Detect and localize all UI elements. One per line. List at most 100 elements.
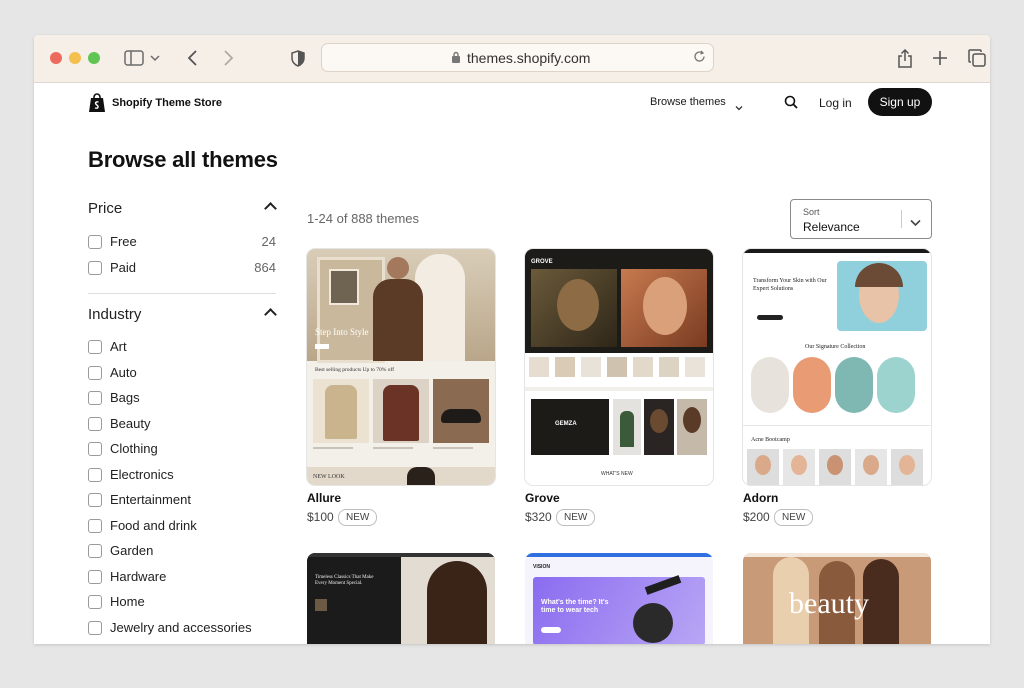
browser-toolbar: themes.shopify.com xyxy=(34,35,990,83)
tab-overview-icon[interactable] xyxy=(965,47,989,69)
hero-heading: Transform Your Skin with Our Expert Solu… xyxy=(753,278,827,292)
product-shirt xyxy=(313,379,369,443)
section-heading: Acne Bootcamp xyxy=(751,437,790,443)
filter-option-beauty[interactable]: Beauty xyxy=(88,416,274,434)
hero-heading: Step Into Style xyxy=(315,327,369,337)
theme-preview-4[interactable]: Timeless Classics That Make Every Moment… xyxy=(307,553,495,644)
minimize-window-button[interactable] xyxy=(69,52,81,64)
new-look-banner: NEW LOOK xyxy=(307,467,495,485)
browse-themes-menu[interactable]: Browse themes xyxy=(650,96,726,108)
filter-option-jewelry-and-accessories[interactable]: Jewelry and accessories xyxy=(88,620,274,638)
checkbox[interactable] xyxy=(88,544,102,558)
brand-name[interactable]: Shopify Theme Store xyxy=(112,97,222,109)
checkbox[interactable] xyxy=(88,519,102,533)
chevron-up-icon[interactable] xyxy=(264,308,277,321)
login-link[interactable]: Log in xyxy=(819,96,852,110)
theme-preview-allure[interactable]: Step Into Style Best selling products Up… xyxy=(307,249,495,485)
theme-preview-grove[interactable]: GROVE GEMZA WHAT'S NEW xyxy=(525,249,713,485)
product-shoes xyxy=(433,379,489,443)
sort-select[interactable]: Sort Relevance xyxy=(790,199,932,239)
checkbox[interactable] xyxy=(88,366,102,380)
faces-strip xyxy=(747,449,927,485)
gemza-banner: GEMZA xyxy=(531,399,609,455)
shopify-logo-icon[interactable] xyxy=(88,93,106,118)
theme-price: $320 xyxy=(525,510,552,524)
hero-heading: What's the time? It's time to wear tech xyxy=(541,599,609,614)
checkbox[interactable] xyxy=(88,570,102,584)
product-jacket xyxy=(373,379,429,443)
price-filter-title[interactable]: Price xyxy=(88,200,122,217)
page-title: Browse all themes xyxy=(88,147,278,172)
hero-image xyxy=(837,261,927,331)
back-icon[interactable] xyxy=(181,47,205,69)
filter-option-food-and-drink[interactable]: Food and drink xyxy=(88,518,274,536)
filter-option-entertainment[interactable]: Entertainment xyxy=(88,492,274,510)
hero-wordmark: beauty xyxy=(789,587,869,620)
checkbox[interactable] xyxy=(88,595,102,609)
category-strip xyxy=(529,357,709,379)
filter-option-electronics[interactable]: Electronics xyxy=(88,467,274,485)
sidebar-toggle-icon[interactable] xyxy=(122,47,146,69)
chevron-down-icon[interactable] xyxy=(735,98,743,116)
section-heading: Best selling products Up to 70% off xyxy=(315,367,395,373)
share-icon[interactable] xyxy=(893,47,917,69)
model-head xyxy=(387,257,409,279)
theme-preview-adorn[interactable]: Transform Your Skin with Our Expert Solu… xyxy=(743,249,931,485)
theme-price: $100 xyxy=(307,510,334,524)
checkbox[interactable] xyxy=(88,261,102,275)
checkbox[interactable] xyxy=(88,340,102,354)
sort-label: Sort xyxy=(803,207,820,217)
sort-divider xyxy=(901,210,902,228)
window-shape xyxy=(329,269,359,305)
page-content: Shopify Theme Store Browse themes Log in… xyxy=(34,83,990,644)
chevron-down-icon xyxy=(910,214,921,232)
chevron-down-icon[interactable] xyxy=(148,47,162,69)
new-tab-icon[interactable] xyxy=(928,47,952,69)
filter-option-garden[interactable]: Garden xyxy=(88,543,274,561)
filter-option-bags[interactable]: Bags xyxy=(88,390,274,408)
forward-icon[interactable] xyxy=(216,47,240,69)
browser-window: themes.shopify.com Shopify Theme Store B… xyxy=(34,35,990,644)
theme-name[interactable]: Grove xyxy=(525,491,560,505)
theme-preview-6[interactable]: beauty xyxy=(743,553,931,644)
hero-heading: Timeless Classics That Make Every Moment… xyxy=(315,575,374,586)
theme-price: $200 xyxy=(743,510,770,524)
filter-option-art[interactable]: Art xyxy=(88,339,274,357)
filter-option-hardware[interactable]: Hardware xyxy=(88,569,274,587)
theme-name[interactable]: Allure xyxy=(307,491,341,505)
hero-image xyxy=(401,557,495,644)
lock-icon xyxy=(451,51,461,69)
theme-name[interactable]: Adorn xyxy=(743,491,778,505)
checkbox[interactable] xyxy=(88,235,102,249)
checkbox[interactable] xyxy=(88,442,102,456)
signup-button[interactable]: Sign up xyxy=(868,88,932,116)
filter-option-auto[interactable]: Auto xyxy=(88,365,274,383)
maximize-window-button[interactable] xyxy=(88,52,100,64)
filter-option-free[interactable]: Free 24 xyxy=(88,234,276,252)
chevron-up-icon[interactable] xyxy=(264,202,277,215)
hero-button xyxy=(757,315,783,320)
industry-filter-title[interactable]: Industry xyxy=(88,306,141,323)
search-icon[interactable] xyxy=(784,95,798,114)
url-text: themes.shopify.com xyxy=(467,50,591,66)
checkbox[interactable] xyxy=(88,417,102,431)
checkbox[interactable] xyxy=(88,391,102,405)
product-caption xyxy=(313,447,353,449)
checkbox[interactable] xyxy=(88,621,102,635)
new-badge: NEW xyxy=(556,509,596,526)
shield-icon[interactable] xyxy=(286,47,310,69)
whats-new-heading: WHAT'S NEW xyxy=(601,471,633,477)
reload-icon[interactable] xyxy=(693,50,706,68)
address-bar[interactable]: themes.shopify.com xyxy=(321,43,714,72)
theme-preview-5[interactable]: VISION What's the time? It's time to wea… xyxy=(525,553,713,644)
sort-value: Relevance xyxy=(803,220,860,234)
filter-option-paid[interactable]: Paid 864 xyxy=(88,260,276,278)
filter-option-clothing[interactable]: Clothing xyxy=(88,441,274,459)
checkbox[interactable] xyxy=(88,468,102,482)
divider xyxy=(88,293,276,294)
product-caption xyxy=(373,447,413,449)
checkbox[interactable] xyxy=(88,493,102,507)
hero-image-left xyxy=(531,269,617,347)
filter-option-home[interactable]: Home xyxy=(88,594,274,612)
close-window-button[interactable] xyxy=(50,52,62,64)
